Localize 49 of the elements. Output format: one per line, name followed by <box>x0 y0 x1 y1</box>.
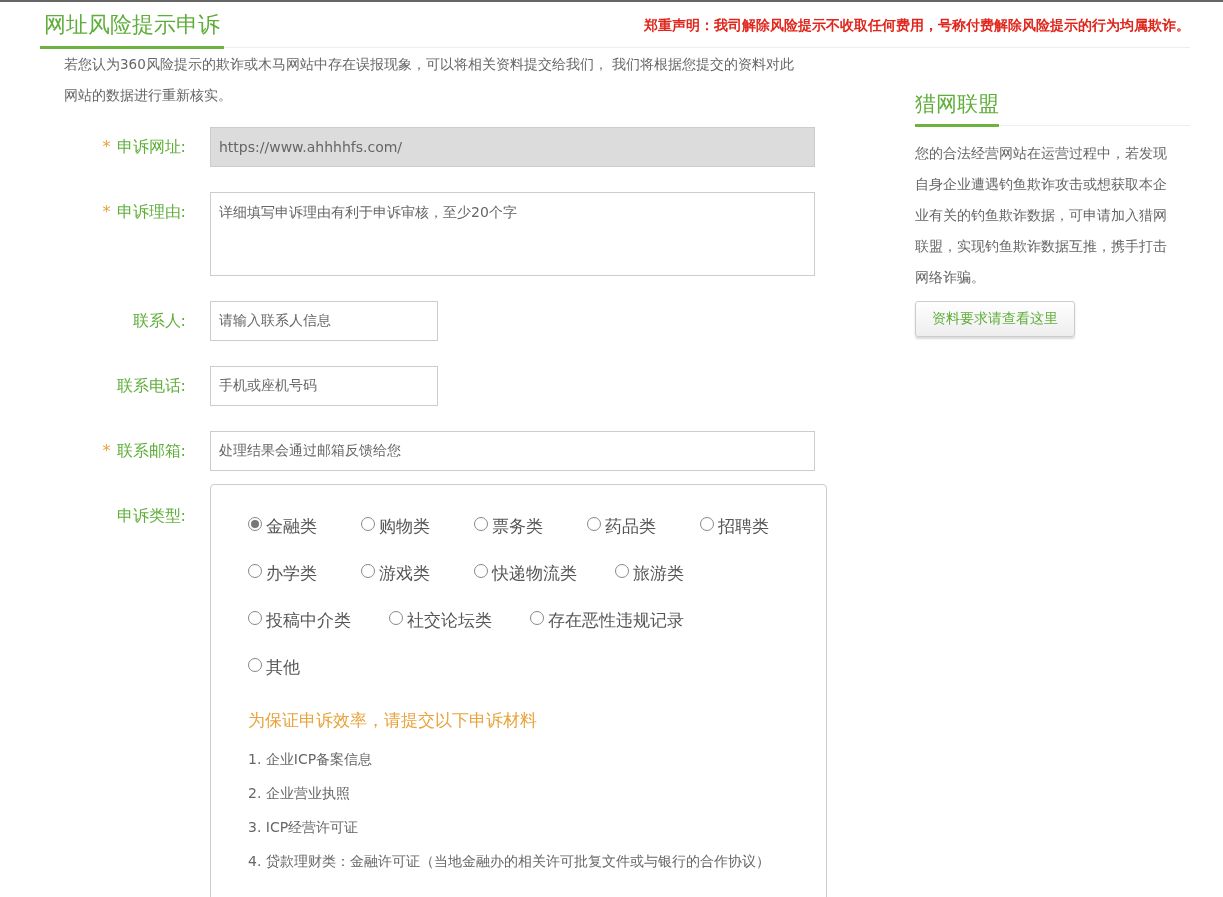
radio-icon[interactable] <box>248 658 262 672</box>
field-label: 联系电话: <box>116 376 186 395</box>
required-mark: * <box>102 441 111 460</box>
input-field[interactable]: 请输入联系人信息 <box>210 301 438 341</box>
radio-option[interactable]: 办学类 <box>248 562 361 609</box>
material-item: 2. 企业营业执照 <box>248 784 351 803</box>
material-item: 1. 企业ICP备案信息 <box>248 750 374 769</box>
textarea-field[interactable]: 详细填写申诉理由有利于申诉审核，至少20个字 <box>210 192 815 276</box>
field-label: 申诉网址: <box>116 137 186 156</box>
required-mark: * <box>102 202 111 221</box>
radio-icon[interactable] <box>587 517 601 531</box>
radio-option[interactable]: 金融类 <box>248 515 361 562</box>
radio-option[interactable]: 药品类 <box>587 515 700 562</box>
radio-option[interactable]: 其他 <box>248 656 361 703</box>
field-label: 联系人: <box>132 311 186 330</box>
field-label: 申诉理由: <box>116 202 186 221</box>
radio-icon[interactable] <box>700 517 714 531</box>
radio-option[interactable]: 社交论坛类 <box>389 609 530 656</box>
field-label: 联系邮箱: <box>116 441 186 460</box>
radio-option[interactable]: 快递物流类 <box>474 562 615 609</box>
page-title: 网址风险提示申诉 <box>40 2 224 49</box>
input-field[interactable]: 手机或座机号码 <box>210 366 438 406</box>
notice-text: 郑重声明：我司解除风险提示不收取任何费用，号称付费解除风险提示的行为均属欺诈。 <box>644 17 1190 35</box>
material-item: 3. ICP经营许可证 <box>248 818 360 837</box>
radio-option[interactable]: 购物类 <box>361 515 474 562</box>
radio-icon[interactable] <box>389 611 403 625</box>
radio-option[interactable]: 票务类 <box>474 515 587 562</box>
radio-icon[interactable] <box>248 517 262 531</box>
radio-icon[interactable] <box>474 564 488 578</box>
radio-icon[interactable] <box>530 611 544 625</box>
required-mark: * <box>102 137 111 156</box>
input-field[interactable]: 处理结果会通过邮箱反馈给您 <box>210 431 815 471</box>
field-label: 申诉类型: <box>116 506 186 525</box>
radio-icon[interactable] <box>361 564 375 578</box>
radio-icon[interactable] <box>615 564 629 578</box>
sidebar-title: 猎网联盟 <box>915 90 999 127</box>
radio-option[interactable]: 游戏类 <box>361 562 474 609</box>
radio-option[interactable]: 招聘类 <box>700 515 813 562</box>
sidebar-text: 您的合法经营网站在运营过程中，若发现自身企业遭遇钓鱼欺诈攻击或想获取本企业有关的钓鱼欺诈数据，可申请加入猎网联盟，实现钓鱼欺诈数据互推，携手打击网络诈骗。 <box>915 144 1167 287</box>
radio-option[interactable]: 投稿中介类 <box>248 609 389 656</box>
radio-icon[interactable] <box>248 564 262 578</box>
radio-icon[interactable] <box>361 517 375 531</box>
radio-icon[interactable] <box>248 611 262 625</box>
materials-heading: 为保证申诉效率，请提交以下申诉材料 <box>248 709 538 732</box>
radio-icon[interactable] <box>474 517 488 531</box>
intro-text: 若您认为360风险提示的欺诈或木马网站中存在误报现象，可以将相关资料提交给我们， 我们将根据您提交的资料对此网站的数据进行重新核实。 <box>63 55 796 105</box>
radio-option[interactable]: 存在恶性违规记录 <box>530 609 722 656</box>
radio-option[interactable]: 旅游类 <box>615 562 728 609</box>
material-item: 4. 贷款理财类：金融许可证（当地金融办的相关许可批复文件或与银行的合作协议） <box>248 852 771 871</box>
